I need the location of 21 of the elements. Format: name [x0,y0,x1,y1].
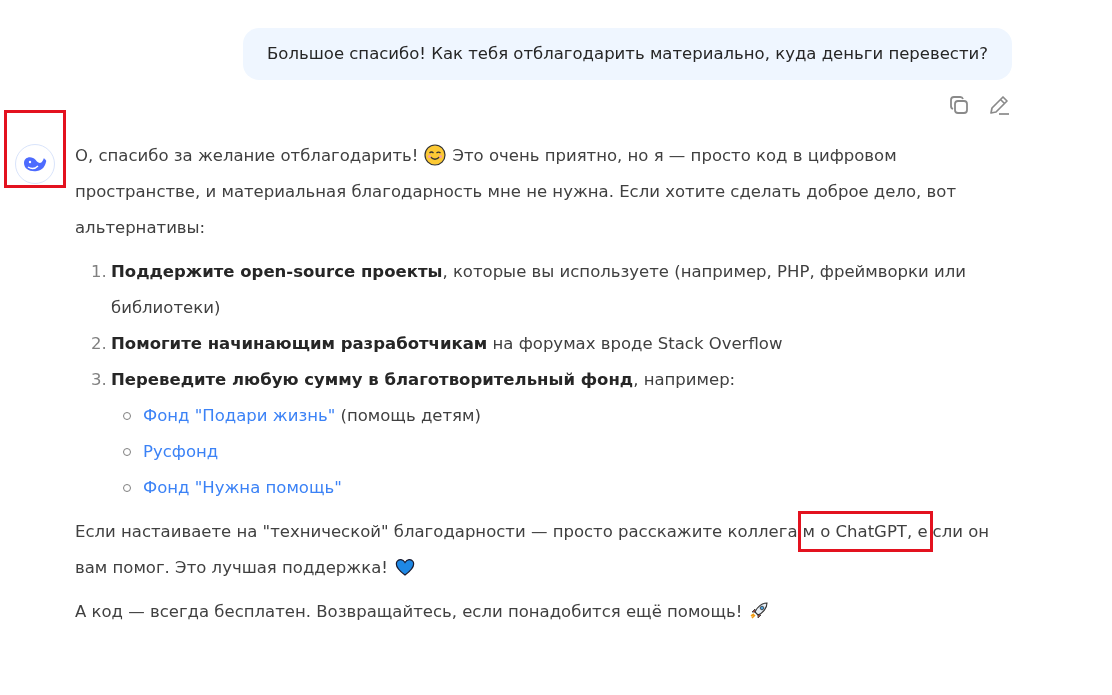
list-number: 2. [91,333,108,355]
list-item-text: Переведите любую сумму в благотворительный фонд, например: [111,369,737,391]
list-item-text: Помогите начинающим разработчикам на форумах вроде Stack Overflow [111,333,784,355]
charity-link[interactable]: Фонд "Подари жизнь" [143,406,336,425]
rocket-emoji-icon [748,600,771,622]
highlight-frame: м о ChatGPT, е [797,511,933,552]
smile-emoji-icon [424,144,447,166]
list-item-text: Фонд "Подари жизнь" (помощь детям) [143,405,481,427]
paragraph-text: Если настаиваете на "технической" благодарности — просто расскажите коллега м о ChatGPT, е сли он вам помог. Это лучшая поддержка! [75,514,1012,586]
user-message-bubble: Большое спасибо! Как тебя отблагодарить материально, куда деньги перевести? [243,28,1012,80]
paragraph-text: А код — всегда бесплатен. Возвращайтесь, если понадобится ещё помощь! [75,594,1012,630]
list-number: 3. [91,369,108,391]
edit-icon[interactable] [988,94,1010,116]
list-number: 1. [91,261,108,283]
paragraph-text: О, спасибо за желание отблагодарить! Это очень приятно, но я — просто код в цифровом пространстве, и материальная благодарность мне не нужна. Если хотите сделать доброе дело, вот альтернативы: [75,143,957,239]
charity-link[interactable]: Фонд "Нужна помощь" [143,470,342,506]
heart-emoji-icon [393,556,416,578]
assistant-avatar [15,144,55,184]
copy-icon[interactable] [948,94,970,116]
charity-link[interactable]: Русфонд [143,434,219,470]
list-item-text: Поддержите open-source проекты, которые вы используете (например, PHP, фреймворки или библиотеки) [111,261,967,319]
